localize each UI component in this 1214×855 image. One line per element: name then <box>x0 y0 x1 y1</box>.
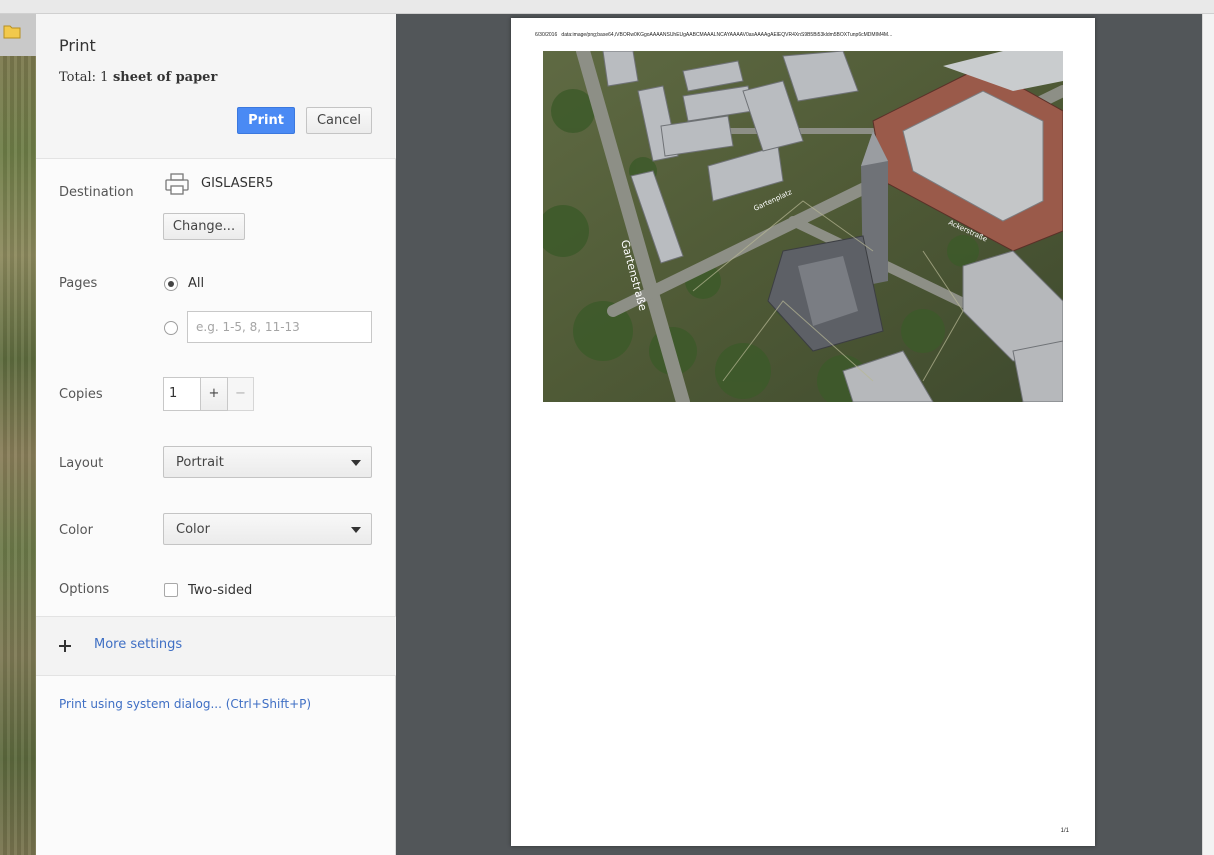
more-settings-link[interactable]: More settings <box>94 637 182 652</box>
preview-page: 6/30/2016 data:image/png;base64,iVBORw0K… <box>511 18 1095 846</box>
two-sided-checkbox[interactable] <box>164 583 178 597</box>
more-settings-section[interactable]: More settings <box>36 616 396 676</box>
layout-select-value: Portrait <box>176 455 224 470</box>
copies-decrement-button[interactable]: − <box>228 377 254 411</box>
aerial-map-image: Gartenstraße Gartenplatz Ackerstraße <box>543 51 1063 402</box>
background-window-edge <box>1202 14 1214 855</box>
print-settings-panel: Print Total: 1 sheet of paper Print Canc… <box>36 14 396 855</box>
copies-increment-button[interactable]: + <box>200 377 228 411</box>
destination-label: Destination <box>59 185 134 200</box>
color-label: Color <box>59 523 93 538</box>
printer-icon <box>165 173 189 195</box>
color-select[interactable]: Color <box>163 513 372 545</box>
page-header: 6/30/2016 data:image/png;base64,iVBORw0K… <box>535 32 893 38</box>
dropdown-arrow-icon <box>351 460 361 466</box>
plus-icon <box>59 640 71 652</box>
two-sided-label: Two-sided <box>188 583 253 598</box>
page-number: 1/1 <box>1060 828 1069 834</box>
print-button[interactable]: Print <box>237 107 295 134</box>
pages-range-input[interactable] <box>187 311 372 343</box>
sheet-summary: Total: 1 sheet of paper <box>59 70 218 85</box>
change-destination-button[interactable]: Change... <box>163 213 245 240</box>
pages-custom-radio[interactable] <box>164 321 178 335</box>
print-header: Print Total: 1 sheet of paper Print Canc… <box>36 14 396 159</box>
layout-label: Layout <box>59 456 104 471</box>
copies-input[interactable]: 1 <box>163 377 200 411</box>
browser-top-bar <box>0 0 1214 14</box>
folder-icon[interactable] <box>3 23 21 39</box>
color-select-value: Color <box>176 522 210 537</box>
printer-name: GISLASER5 <box>201 176 274 191</box>
layout-select[interactable]: Portrait <box>163 446 372 478</box>
options-label: Options <box>59 582 110 597</box>
cancel-button[interactable]: Cancel <box>306 107 372 134</box>
background-map-strip <box>0 56 36 855</box>
copies-label: Copies <box>59 387 103 402</box>
pages-all-label: All <box>188 276 205 291</box>
pages-all-radio[interactable] <box>164 277 178 291</box>
print-preview-area: 6/30/2016 data:image/png;base64,iVBORw0K… <box>396 14 1202 855</box>
dialog-title: Print <box>59 36 96 55</box>
dropdown-arrow-icon <box>351 527 361 533</box>
system-dialog-link[interactable]: Print using system dialog... (Ctrl+Shift… <box>59 697 311 711</box>
pages-label: Pages <box>59 276 98 291</box>
